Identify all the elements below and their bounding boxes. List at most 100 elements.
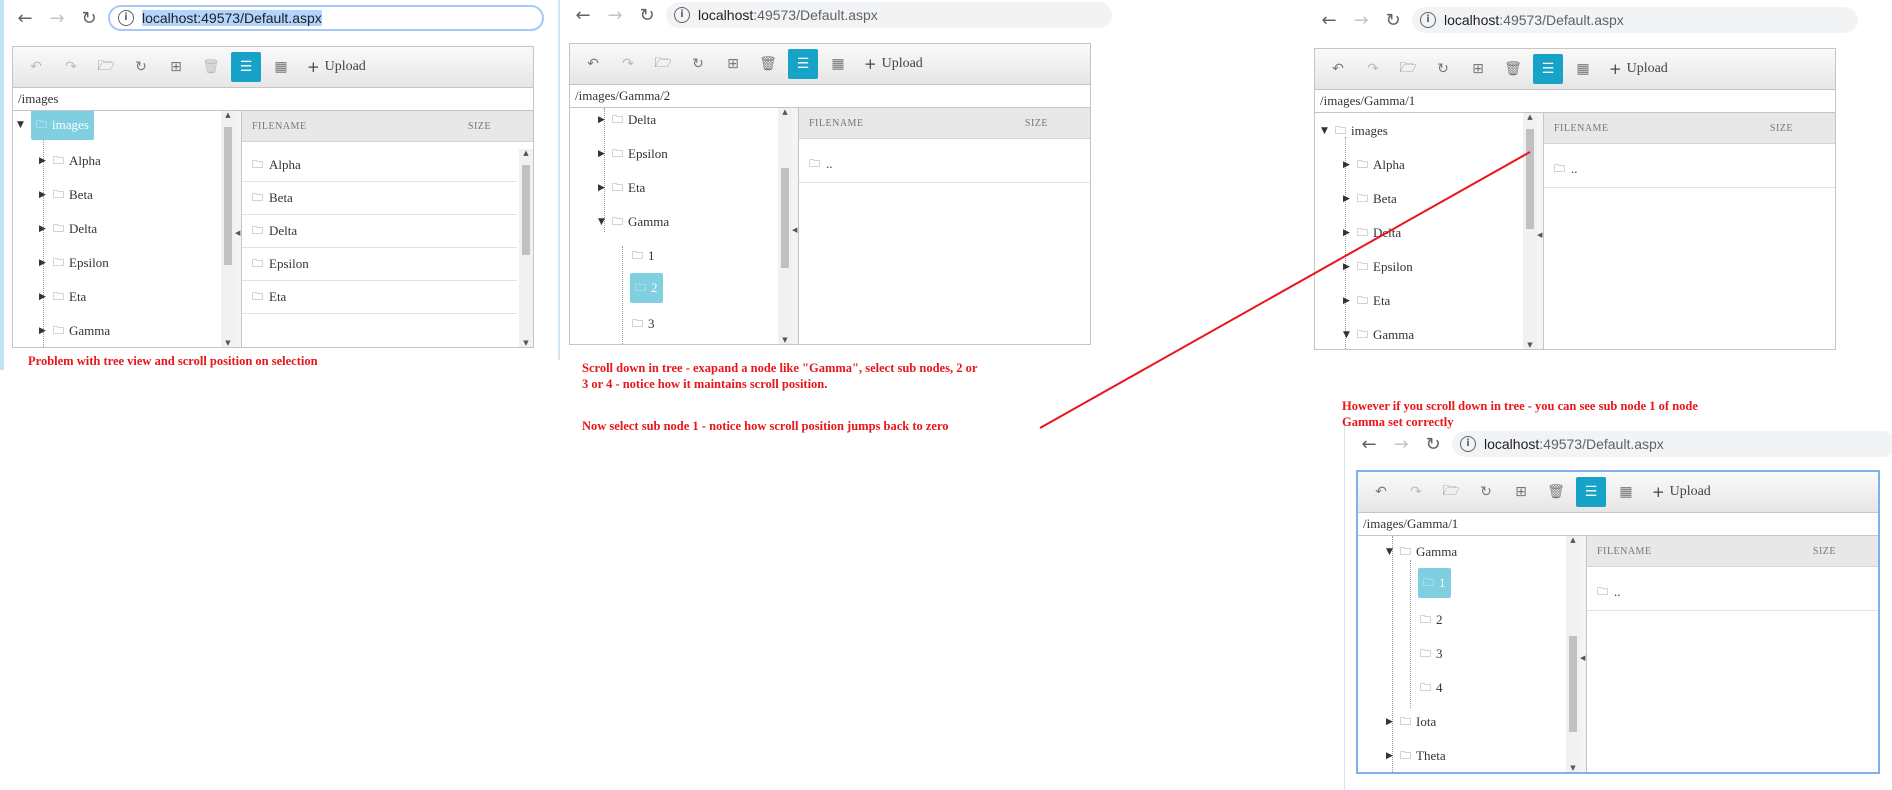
collapse-triangle-icon[interactable]: ▼: [598, 217, 608, 227]
scroll-up-arrow-icon[interactable]: ▲: [778, 108, 792, 116]
new-folder-icon[interactable]: ⊞: [1506, 477, 1536, 507]
collapse-triangle-icon[interactable]: ▼: [17, 120, 27, 130]
reload-icon[interactable]: ↻: [634, 2, 660, 28]
scroll-thumb[interactable]: [1526, 129, 1534, 229]
open-folder-icon[interactable]: 🗁: [1393, 54, 1423, 84]
collapse-triangle-icon[interactable]: ▼: [1321, 126, 1331, 136]
list-view-icon[interactable]: ☰: [788, 49, 818, 79]
address-bar[interactable]: i localhost:49573/Default.aspx: [1452, 431, 1892, 457]
redo-icon[interactable]: ↷: [613, 49, 643, 79]
grid-row[interactable]: 🗀..: [799, 146, 1090, 183]
folder-tree[interactable]: ▼ 🗀 Gamma 🗀 1 🗀 2 🗀 3 🗀 4 ▶ 🗀 Iota ▶ 🗀 Theta ▲ ▼: [1358, 536, 1581, 772]
scroll-thumb[interactable]: [224, 127, 232, 265]
grid-row[interactable]: 🗀 Eta: [242, 281, 517, 314]
expand-triangle-icon[interactable]: ▶: [39, 224, 49, 234]
scroll-down-arrow-icon[interactable]: ▼: [1523, 341, 1537, 349]
splitter-arrow-icon[interactable]: ◀: [1580, 654, 1585, 662]
tree-node[interactable]: ▶ 🗀 Beta: [1343, 187, 1397, 211]
refresh-icon[interactable]: ↻: [1471, 477, 1501, 507]
refresh-icon[interactable]: ↻: [1428, 54, 1458, 84]
upload-button[interactable]: + Upload: [1609, 60, 1668, 78]
redo-icon[interactable]: ↷: [1358, 54, 1388, 84]
scroll-up-arrow-icon[interactable]: ▲: [221, 111, 235, 119]
tree-scrollbar[interactable]: ▲ ▼: [221, 111, 235, 347]
folder-tree[interactable]: ▶ 🗀 Delta ▶ 🗀 Epsilon ▶ 🗀 Eta ▼ 🗀 Gamma 🗀 1 🗀 2 🗀 3…: [570, 108, 793, 344]
forward-arrow-icon[interactable]: →: [1348, 7, 1374, 33]
tree-node[interactable]: ▶ 🗀 Alpha: [1343, 153, 1405, 177]
scroll-down-arrow-icon[interactable]: ▼: [1566, 764, 1580, 772]
new-folder-icon[interactable]: ⊞: [718, 49, 748, 79]
tree-node-images[interactable]: ▼ 🗀 images: [1321, 119, 1388, 143]
tree-node[interactable]: ▶ 🗀 Eta: [598, 176, 645, 200]
tree-node[interactable]: ▶ 🗀 Delta: [39, 217, 97, 241]
expand-triangle-icon[interactable]: ▶: [598, 149, 608, 159]
column-header-size[interactable]: SIZE: [1813, 546, 1836, 557]
undo-icon[interactable]: ↶: [1323, 54, 1353, 84]
splitter-arrow-icon[interactable]: ◀: [235, 229, 240, 237]
expand-triangle-icon[interactable]: ▶: [1343, 228, 1353, 238]
tree-node[interactable]: ▶ 🗀 Gamma: [39, 319, 110, 343]
grid-scrollbar[interactable]: ▲ ▼: [519, 149, 533, 347]
pane-splitter[interactable]: ◀: [1580, 536, 1587, 772]
expand-triangle-icon[interactable]: ▶: [39, 156, 49, 166]
forward-arrow-icon[interactable]: →: [1388, 431, 1414, 457]
forward-arrow-icon[interactable]: →: [44, 5, 70, 31]
tree-scrollbar[interactable]: ▲ ▼: [1523, 113, 1537, 349]
tree-node[interactable]: 🗀 2: [1420, 608, 1443, 632]
back-arrow-icon[interactable]: ←: [570, 2, 596, 28]
expand-triangle-icon[interactable]: ▶: [1386, 751, 1396, 761]
info-icon[interactable]: i: [118, 10, 134, 26]
undo-icon[interactable]: ↶: [21, 52, 51, 82]
undo-icon[interactable]: ↶: [578, 49, 608, 79]
column-header-filename[interactable]: FILENAME: [1597, 546, 1652, 557]
splitter-arrow-icon[interactable]: ◀: [1537, 231, 1542, 239]
delete-icon[interactable]: 🗑: [1541, 477, 1571, 507]
grid-row[interactable]: 🗀 Delta: [242, 215, 517, 248]
tree-node[interactable]: 🗀 3: [1420, 642, 1443, 666]
list-view-icon[interactable]: ☰: [1576, 477, 1606, 507]
back-arrow-icon[interactable]: ←: [1356, 431, 1382, 457]
pane-splitter[interactable]: ◀: [235, 111, 242, 347]
delete-icon[interactable]: 🗑: [1498, 54, 1528, 84]
back-arrow-icon[interactable]: ←: [1316, 7, 1342, 33]
scroll-down-arrow-icon[interactable]: ▼: [519, 339, 533, 347]
address-bar[interactable]: i localhost:49573/Default.aspx: [1412, 7, 1858, 33]
back-arrow-icon[interactable]: ←: [12, 5, 38, 31]
tree-node[interactable]: ▼ 🗀 Gamma: [1343, 323, 1414, 347]
upload-button[interactable]: + Upload: [1652, 483, 1711, 501]
collapse-triangle-icon[interactable]: ▼: [1386, 547, 1396, 557]
folder-tree[interactable]: ▼ 🗀 images ▶ 🗀 Alpha ▶ 🗀 Beta ▶ 🗀 Delta ▶ 🗀 Epsil…: [13, 111, 236, 347]
expand-triangle-icon[interactable]: ▶: [39, 326, 49, 336]
tree-node[interactable]: ▶ 🗀 Epsilon: [1343, 255, 1413, 279]
tree-node-images[interactable]: ▼ 🗀 images: [17, 111, 94, 140]
folder-tree[interactable]: ▼ 🗀 images ▶ 🗀 Alpha ▶ 🗀 Beta ▶ 🗀 Delta ▶ 🗀 Epsilo…: [1315, 113, 1538, 349]
column-header-filename[interactable]: FILENAME: [809, 118, 864, 129]
tree-scrollbar[interactable]: ▲ ▼: [778, 108, 792, 344]
refresh-icon[interactable]: ↻: [683, 49, 713, 79]
grid-view-icon[interactable]: ▦: [1611, 477, 1641, 507]
column-header-filename[interactable]: FILENAME: [1554, 123, 1609, 134]
tree-node[interactable]: ▶ 🗀 Beta: [39, 183, 93, 207]
expand-triangle-icon[interactable]: ▶: [598, 183, 608, 193]
list-view-icon[interactable]: ☰: [1533, 54, 1563, 84]
scroll-down-arrow-icon[interactable]: ▼: [778, 336, 792, 344]
tree-node[interactable]: ▶ 🗀 Delta: [1343, 221, 1401, 245]
pane-splitter[interactable]: ◀: [792, 108, 799, 344]
list-view-icon[interactable]: ☰: [231, 52, 261, 82]
redo-icon[interactable]: ↷: [1401, 477, 1431, 507]
grid-view-icon[interactable]: ▦: [823, 49, 853, 79]
column-header-size[interactable]: SIZE: [1025, 118, 1048, 129]
tree-node[interactable]: ▶ 🗀 Eta: [39, 285, 86, 309]
upload-button[interactable]: + Upload: [307, 58, 366, 76]
tree-node[interactable]: 🗀 3: [632, 312, 655, 336]
reload-icon[interactable]: ↻: [1420, 431, 1446, 457]
tree-node[interactable]: ▶ 🗀 Delta: [598, 108, 656, 132]
delete-icon[interactable]: 🗑: [196, 52, 226, 82]
grid-row[interactable]: 🗀..: [1587, 574, 1878, 611]
expand-triangle-icon[interactable]: ▶: [1386, 717, 1396, 727]
grid-row[interactable]: 🗀 Beta: [242, 182, 517, 215]
expand-triangle-icon[interactable]: ▶: [1343, 262, 1353, 272]
expand-triangle-icon[interactable]: ▶: [1343, 160, 1353, 170]
info-icon[interactable]: i: [1460, 436, 1476, 452]
scroll-thumb[interactable]: [522, 165, 530, 255]
